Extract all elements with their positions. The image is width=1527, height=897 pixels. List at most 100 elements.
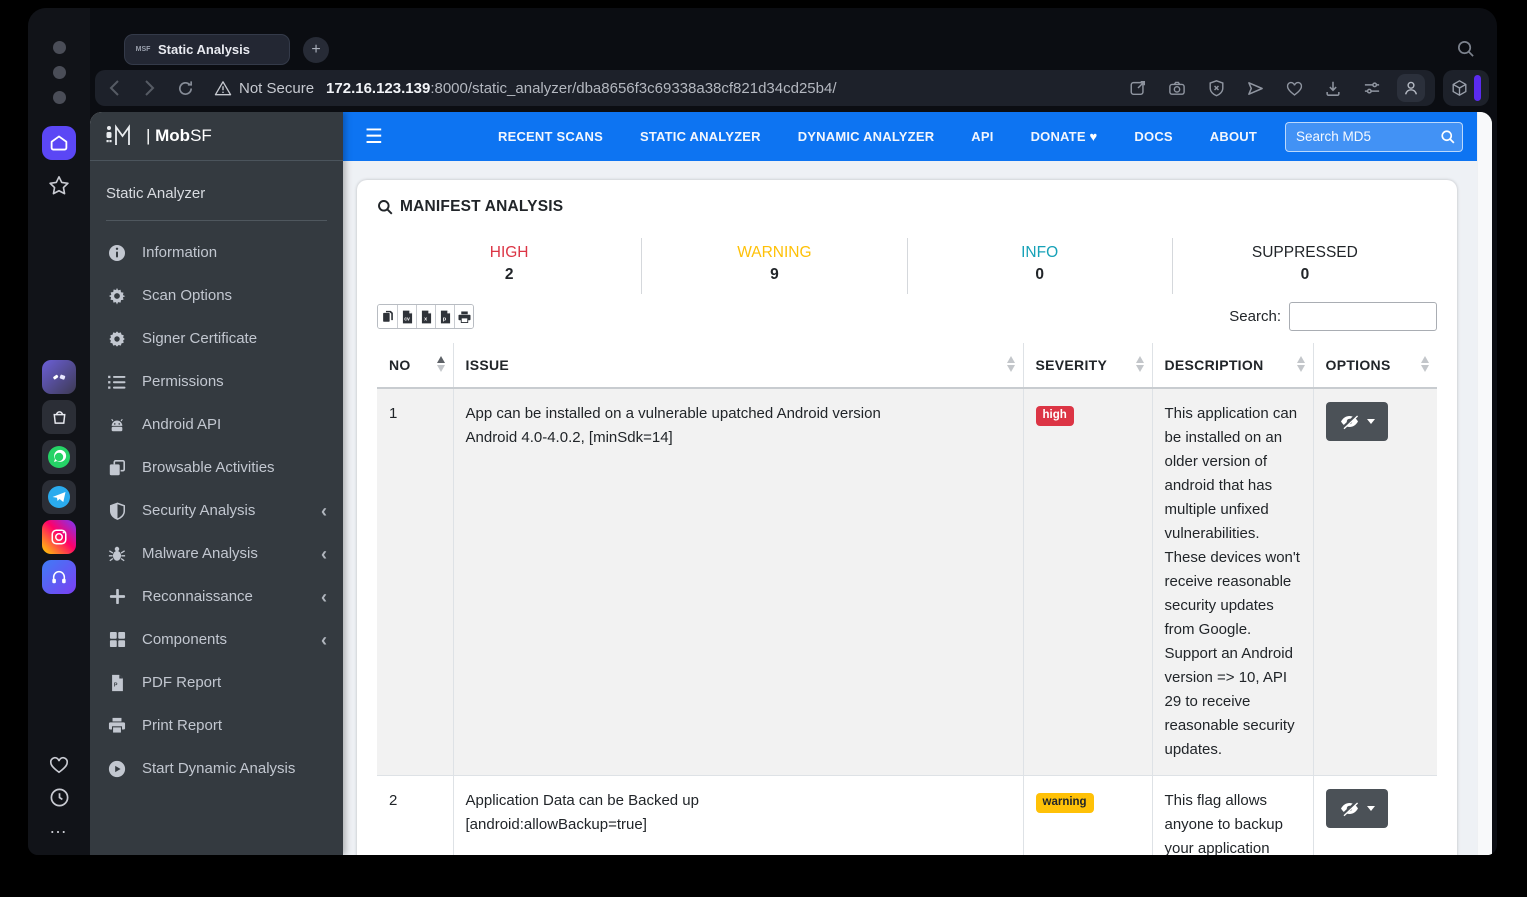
- browser-tab[interactable]: MSF Static Analysis: [124, 34, 290, 65]
- home-icon: [49, 134, 69, 152]
- sort-icon: [1006, 356, 1015, 372]
- list-icon: [106, 374, 128, 390]
- page-title: MANIFEST ANALYSIS: [400, 198, 564, 215]
- sidebar-item-reconnaissance[interactable]: Reconnaissance ‹: [90, 575, 343, 618]
- sidebar-item-permissions[interactable]: Permissions: [90, 360, 343, 403]
- suppress-dropdown-button[interactable]: [1325, 789, 1388, 828]
- cell-options: [1312, 388, 1437, 776]
- home-button[interactable]: [42, 126, 76, 160]
- sidebar-item-security-analysis[interactable]: Security Analysis ‹: [90, 489, 343, 532]
- shield-x-icon[interactable]: [1202, 74, 1230, 102]
- nav-link-about[interactable]: ABOUT: [1210, 129, 1257, 144]
- favorite-heart-icon[interactable]: [1280, 74, 1308, 102]
- telegram-icon[interactable]: [42, 480, 76, 514]
- table-search: Search:: [1229, 302, 1437, 331]
- media-app-icon[interactable]: [42, 560, 76, 594]
- app-store-icon[interactable]: [42, 400, 76, 434]
- search-icon[interactable]: [1440, 129, 1455, 144]
- star-button[interactable]: [42, 168, 76, 202]
- print-button[interactable]: [454, 305, 473, 328]
- accent-indicator-bar: [1474, 75, 1481, 101]
- window-control-dot[interactable]: [53, 41, 66, 54]
- sidebar-item-android-api[interactable]: Android API: [90, 403, 343, 446]
- url-text[interactable]: 172.16.123.139:8000/static_analyzer/dba8…: [326, 80, 836, 97]
- sidebar-item-pdf-report[interactable]: P PDF Report: [90, 661, 343, 704]
- page-scrollbar[interactable]: [1477, 112, 1492, 855]
- cell-options: [1312, 775, 1437, 855]
- table-search-input[interactable]: [1289, 302, 1437, 331]
- url-path: :8000/static_analyzer/dba8656f3c69338a38…: [430, 79, 837, 97]
- cell-no: 2: [377, 775, 453, 855]
- tab-search-button[interactable]: [1456, 39, 1475, 58]
- download-icon[interactable]: [1319, 74, 1347, 102]
- eye-slash-icon: [1339, 413, 1360, 430]
- new-tab-button[interactable]: +: [303, 37, 329, 63]
- md5-search-input[interactable]: [1285, 121, 1463, 152]
- instagram-icon[interactable]: [42, 520, 76, 554]
- sidebar-section-label: Static Analyzer: [106, 185, 206, 202]
- column-header-options[interactable]: OPTIONS: [1312, 343, 1437, 389]
- pdf-export-button[interactable]: p: [435, 305, 454, 328]
- window-control-dot[interactable]: [53, 91, 66, 104]
- sidebar-item-label: Permissions: [142, 373, 224, 390]
- sidebar-item-label: Android API: [142, 416, 222, 433]
- extension-cube-icon[interactable]: [1451, 79, 1468, 97]
- cell-severity: warning: [1022, 775, 1152, 855]
- mobsf-navbar: ☰ RECENT SCANS STATIC ANALYZER DYNAMIC A…: [343, 112, 1477, 161]
- star-icon: [48, 175, 70, 195]
- security-status[interactable]: Not Secure: [214, 80, 314, 97]
- eye-slash-icon: [1339, 800, 1360, 817]
- forward-icon[interactable]: [144, 79, 155, 97]
- share-edit-icon[interactable]: [1124, 74, 1152, 102]
- pdf-file-icon: P: [106, 674, 128, 692]
- back-icon[interactable]: [109, 79, 120, 97]
- cell-no: 1: [377, 388, 453, 776]
- mobsf-logo-icon: [104, 123, 138, 149]
- mobsf-brand[interactable]: | MobSF: [90, 112, 343, 161]
- nav-link-api[interactable]: API: [971, 129, 993, 144]
- whatsapp-icon[interactable]: [42, 440, 76, 474]
- sidebar-item-signer-certificate[interactable]: Signer Certificate: [90, 317, 343, 360]
- card-title: MANIFEST ANALYSIS: [377, 198, 1437, 216]
- stat-value: 9: [770, 266, 779, 283]
- column-header-severity[interactable]: SEVERITY: [1022, 343, 1152, 389]
- sidebar-item-components[interactable]: Components ‹: [90, 618, 343, 661]
- sidebar-item-start-dynamic-analysis[interactable]: Start Dynamic Analysis: [90, 747, 343, 790]
- copy-button[interactable]: [378, 305, 397, 328]
- history-button[interactable]: [42, 780, 76, 814]
- sidebar-item-label: Malware Analysis: [142, 545, 258, 562]
- csv-export-button[interactable]: cv: [397, 305, 416, 328]
- column-header-no[interactable]: NO: [377, 343, 453, 389]
- profile-icon[interactable]: [1397, 74, 1425, 102]
- manifest-analysis-card: MANIFEST ANALYSIS HIGH 2 WARNING 9 INFO: [357, 180, 1457, 855]
- column-header-issue[interactable]: ISSUE: [452, 343, 1023, 389]
- search-icon: [1456, 39, 1475, 58]
- camera-icon[interactable]: [1163, 74, 1191, 102]
- sidebar-item-print-report[interactable]: Print Report: [90, 704, 343, 747]
- nav-link-docs[interactable]: DOCS: [1134, 129, 1172, 144]
- suppress-dropdown-button[interactable]: [1325, 402, 1388, 441]
- nav-link-dynamic-analyzer[interactable]: DYNAMIC ANALYZER: [798, 129, 935, 144]
- more-button[interactable]: …: [42, 810, 76, 844]
- nav-link-recent-scans[interactable]: RECENT SCANS: [498, 129, 603, 144]
- window-control-dot[interactable]: [53, 66, 66, 79]
- hamburger-icon[interactable]: ☰: [365, 124, 383, 149]
- favorites-button[interactable]: [42, 748, 76, 782]
- chevron-left-icon: ‹: [321, 543, 327, 564]
- app-icon-1[interactable]: [42, 360, 76, 394]
- sidebar-item-information[interactable]: Information: [90, 231, 343, 274]
- sidebar-item-browsable-activities[interactable]: Browsable Activities: [90, 446, 343, 489]
- sidebar-item-malware-analysis[interactable]: Malware Analysis ‹: [90, 532, 343, 575]
- sliders-icon[interactable]: [1358, 74, 1386, 102]
- send-icon[interactable]: [1241, 74, 1269, 102]
- sidebar-item-label: Information: [142, 244, 218, 261]
- nav-link-static-analyzer[interactable]: STATIC ANALYZER: [640, 129, 761, 144]
- bug-icon: [106, 545, 128, 563]
- sidebar-item-scan-options[interactable]: Scan Options: [90, 274, 343, 317]
- column-header-description[interactable]: DESCRIPTION: [1151, 343, 1313, 389]
- reload-icon[interactable]: [177, 80, 194, 97]
- url-bar[interactable]: Not Secure 172.16.123.139:8000/static_an…: [95, 70, 1435, 106]
- nav-link-donate[interactable]: DONATE ♥: [1031, 129, 1098, 144]
- excel-export-button[interactable]: x: [416, 305, 435, 328]
- browser-app-rail: …: [28, 8, 90, 855]
